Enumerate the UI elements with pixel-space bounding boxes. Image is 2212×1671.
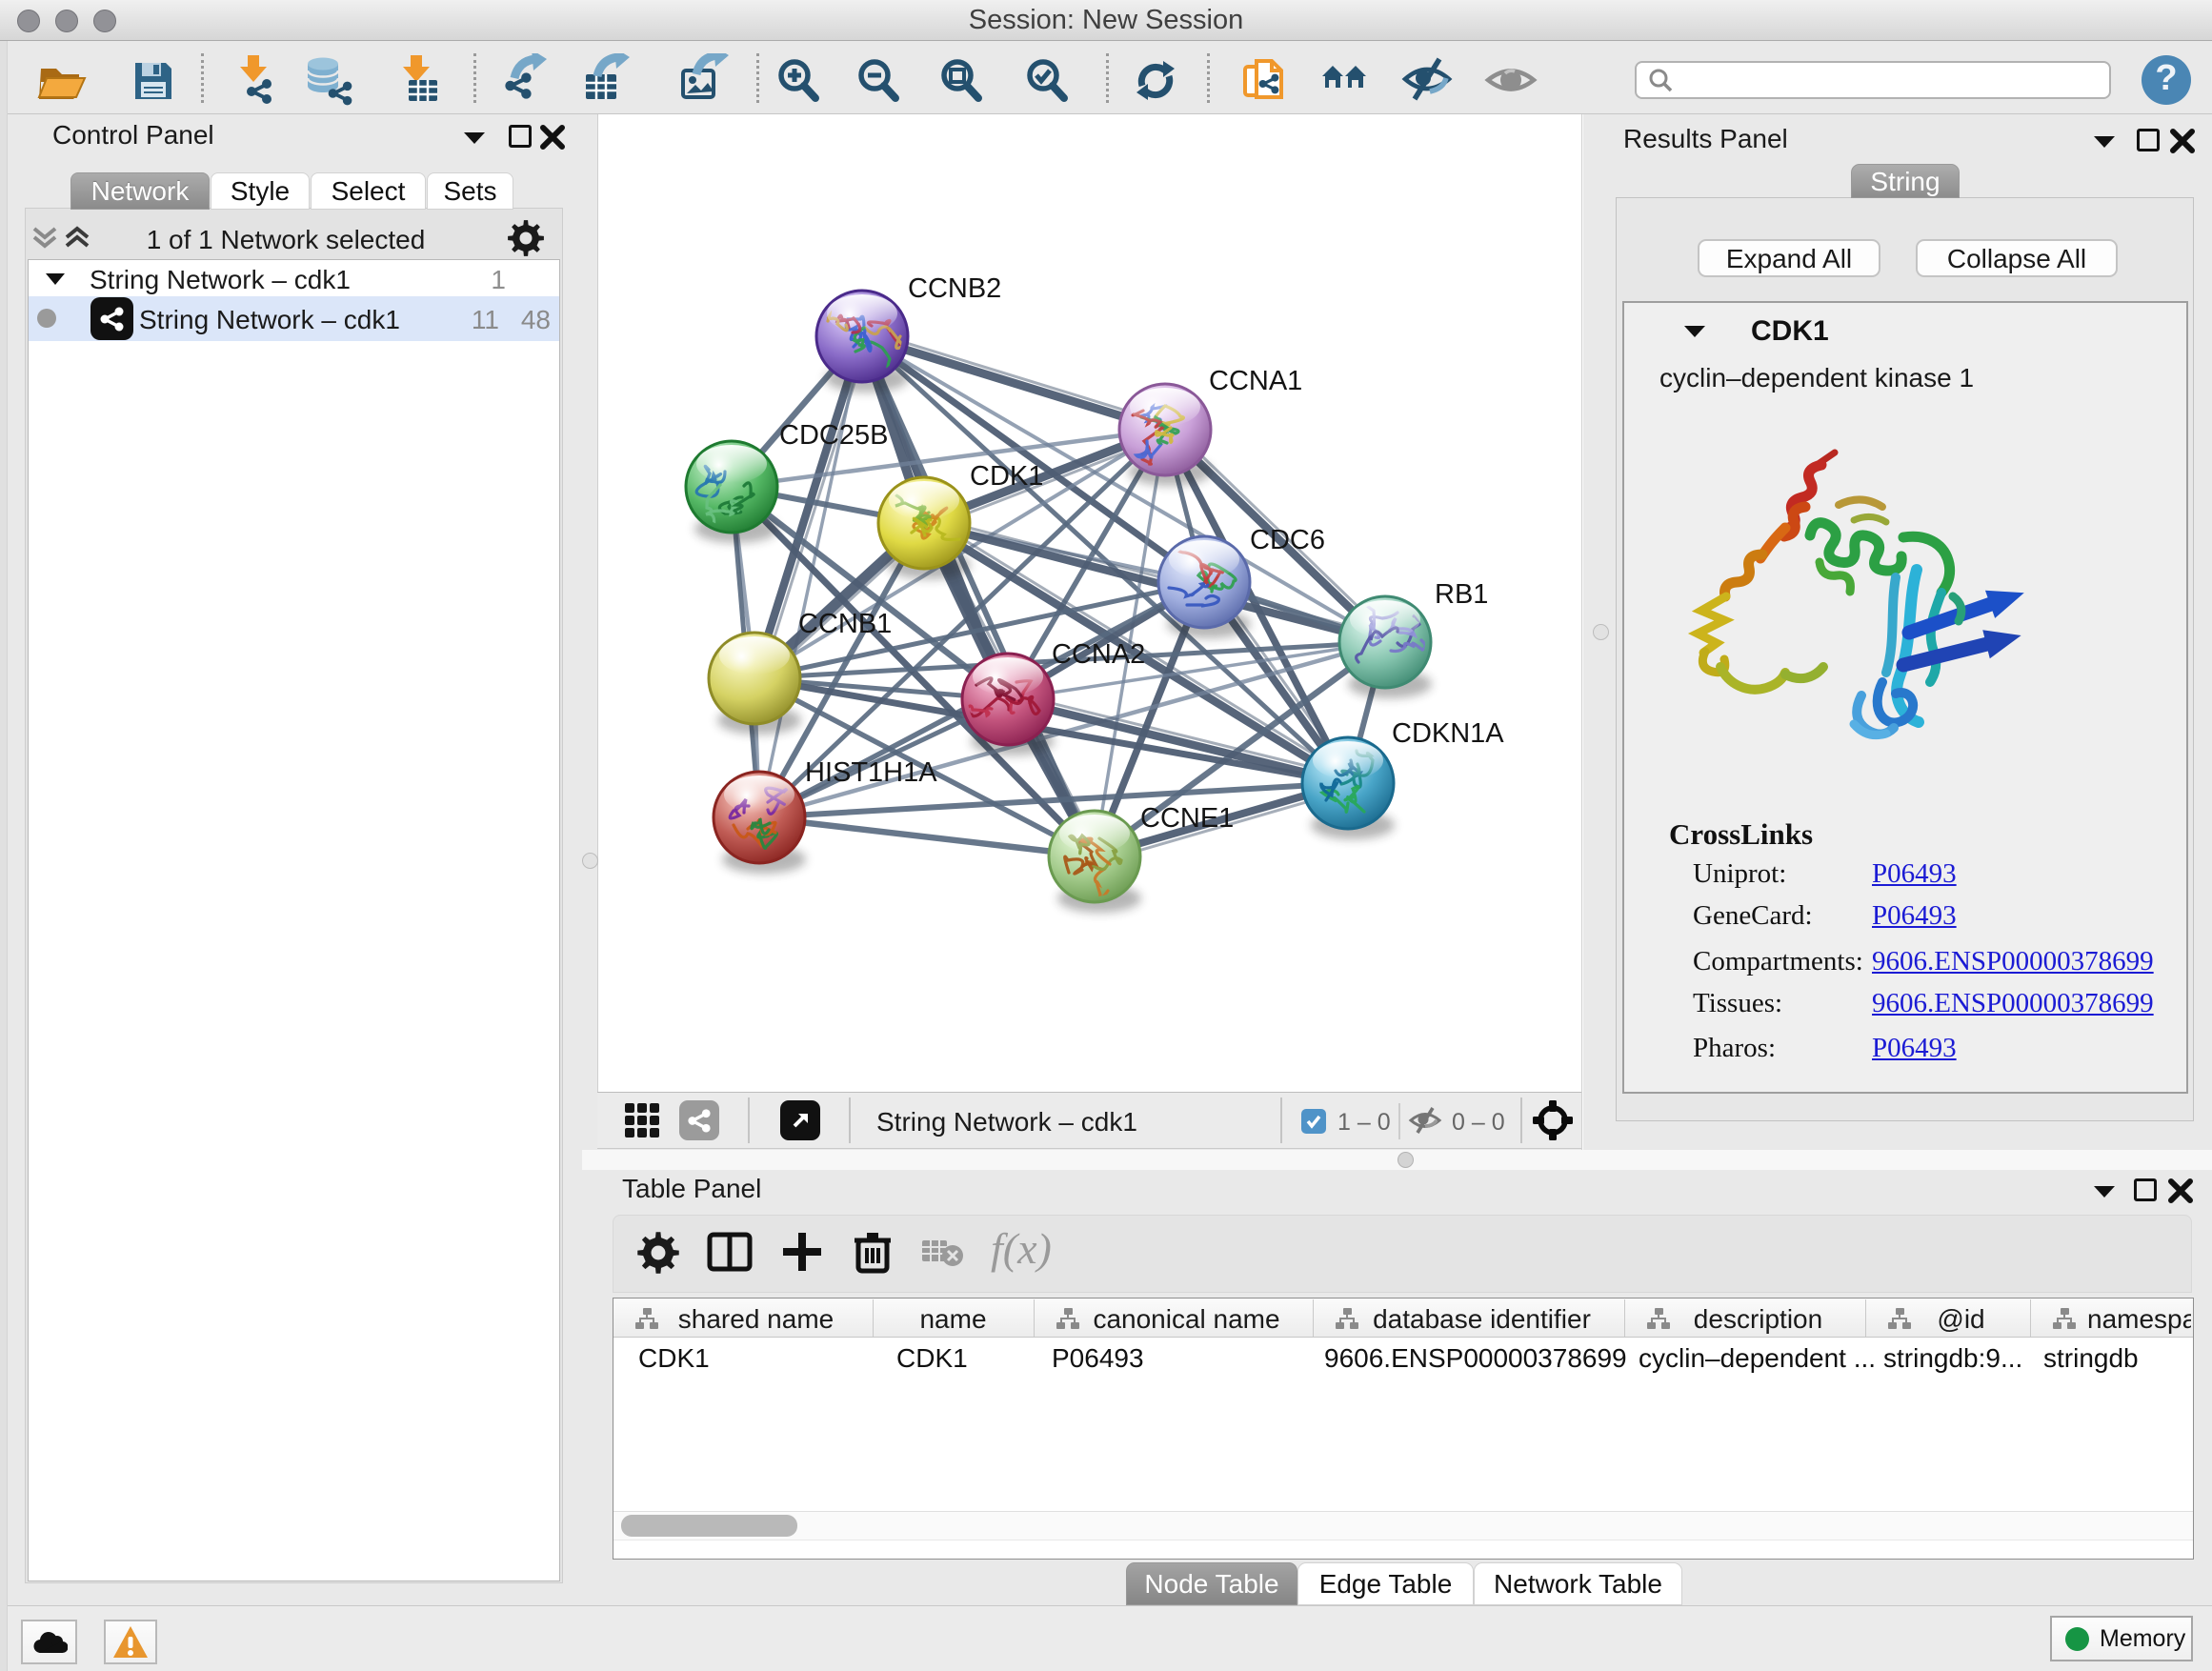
svg-text:CCNE1: CCNE1 — [1140, 803, 1234, 834]
svg-text:CDC6: CDC6 — [1250, 525, 1325, 555]
svg-text:CCNB1: CCNB1 — [798, 609, 892, 639]
svg-text:CCNA2: CCNA2 — [1052, 639, 1145, 670]
svg-text:CCNA1: CCNA1 — [1209, 366, 1302, 396]
svg-text:CDKN1A: CDKN1A — [1392, 718, 1504, 749]
svg-text:CCNB2: CCNB2 — [908, 273, 1001, 304]
svg-text:CDK1: CDK1 — [970, 461, 1043, 492]
svg-text:RB1: RB1 — [1435, 579, 1488, 610]
svg-text:HIST1H1A: HIST1H1A — [805, 757, 937, 788]
svg-text:CDC25B: CDC25B — [779, 420, 888, 451]
